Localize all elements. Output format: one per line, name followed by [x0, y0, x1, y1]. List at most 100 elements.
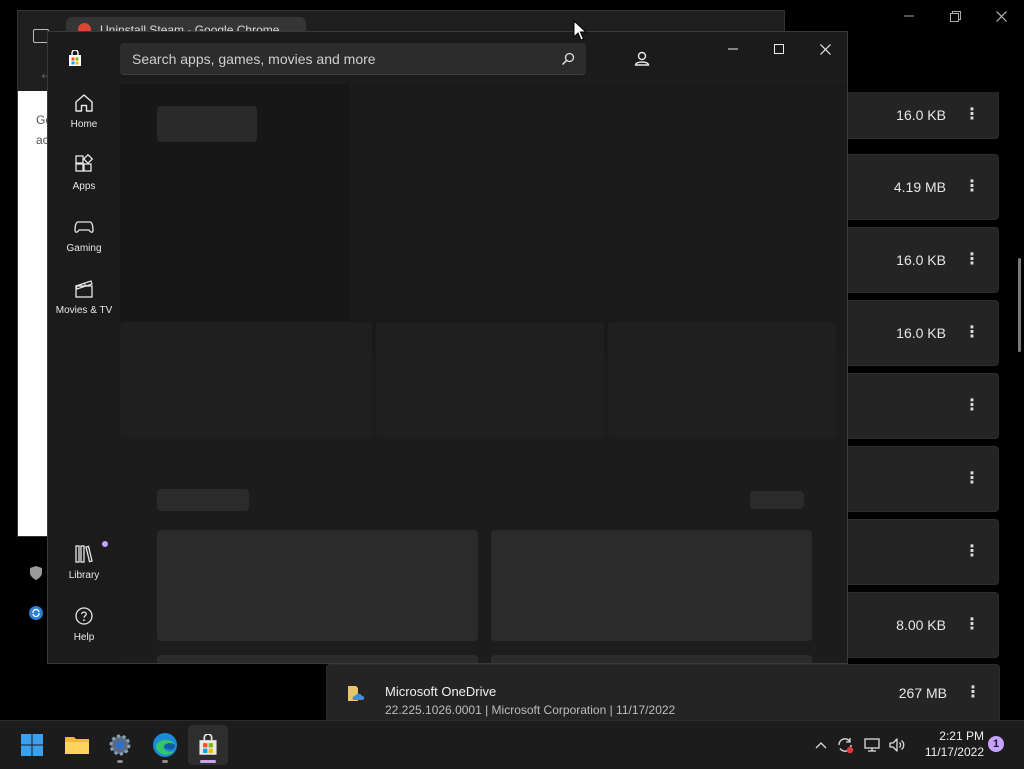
hero-banner-placeholder [619, 84, 847, 354]
app-list-row: 16.0 KB ⋮ [848, 227, 999, 293]
more-options-button[interactable]: ⋮ [964, 107, 980, 123]
hero-title-placeholder [157, 106, 257, 142]
taskbar: 2:21 PM 11/17/2022 1 [0, 720, 1024, 769]
sync-icon [838, 738, 854, 754]
more-options-button[interactable]: ⋮ [964, 179, 980, 195]
store-close-button[interactable] [802, 32, 847, 66]
store-icon [69, 50, 81, 66]
app-size: 8.00 KB [896, 617, 946, 633]
app-list-row: 4.19 MB ⋮ [848, 154, 999, 220]
notification-badge[interactable]: 1 [988, 736, 1004, 752]
settings-close-button[interactable] [978, 0, 1024, 32]
show-hidden-icons-button[interactable] [812, 733, 830, 757]
app-size: 16.0 KB [896, 325, 946, 341]
more-options-button[interactable]: ⋮ [964, 617, 980, 633]
tile-placeholder [157, 530, 478, 641]
close-icon [995, 10, 1007, 22]
minimize-icon [904, 15, 914, 17]
chrome-page-content: Go ac [18, 91, 52, 536]
mouse-cursor-icon [573, 20, 587, 41]
microsoft-store-window: Home Apps Gaming Movies & TV [47, 31, 848, 664]
more-options-button[interactable]: ⋮ [965, 685, 981, 701]
sync-icon [29, 606, 43, 620]
app-size: 4.19 MB [893, 179, 946, 195]
close-icon [819, 43, 831, 55]
onedrive-app-icon [348, 686, 365, 701]
nav-label: Gaming [66, 243, 102, 254]
app-size: 267 MB [898, 685, 947, 701]
volume-tray-button[interactable] [886, 733, 908, 757]
network-icon [864, 738, 880, 752]
store-maximize-button[interactable] [756, 32, 802, 66]
file-explorer-button[interactable] [57, 725, 97, 765]
hero-banner-placeholder [352, 84, 617, 354]
clock-button[interactable]: 2:21 PM 11/17/2022 [914, 728, 984, 760]
start-button[interactable] [12, 725, 52, 765]
more-options-button[interactable]: ⋮ [964, 325, 980, 341]
shield-icon [30, 566, 42, 580]
apps-icon [75, 154, 94, 172]
hero-card-placeholder [608, 322, 836, 437]
more-options-button[interactable]: ⋮ [964, 398, 980, 414]
app-list-row: ⋮ [848, 519, 999, 585]
store-taskbar-button[interactable] [188, 725, 228, 765]
nav-item-home[interactable]: Home [48, 92, 120, 148]
section-title-placeholder [157, 489, 249, 511]
nav-label: Home [70, 119, 98, 130]
nav-item-gaming[interactable]: Gaming [48, 216, 120, 272]
app-list-row: ⋮ [848, 446, 999, 512]
update-badge [102, 541, 108, 547]
nav-item-movies-tv[interactable]: Movies & TV [48, 278, 120, 334]
store-icon [199, 734, 217, 755]
more-options-button[interactable]: ⋮ [964, 471, 980, 487]
search-icon[interactable] [560, 51, 576, 67]
see-all-placeholder [750, 491, 804, 509]
settings-restore-button[interactable] [932, 0, 978, 32]
nav-item-library[interactable]: Library [48, 541, 120, 599]
settings-button[interactable] [100, 725, 140, 765]
tile-placeholder [491, 530, 812, 641]
app-list-row: 16.0 KB ⋮ [848, 300, 999, 366]
running-indicator [162, 760, 168, 763]
chevron-up-icon [815, 742, 827, 749]
restore-icon [949, 10, 961, 22]
more-options-button[interactable]: ⋮ [964, 252, 980, 268]
nav-item-apps[interactable]: Apps [48, 154, 120, 210]
nav-label: Apps [72, 181, 96, 192]
app-size: 16.0 KB [896, 252, 946, 268]
nav-item-help[interactable]: Help [48, 605, 120, 661]
edge-icon [153, 733, 177, 757]
hero-card-placeholder [376, 322, 604, 437]
store-content-loading [120, 80, 847, 663]
more-options-button[interactable]: ⋮ [964, 544, 980, 560]
movies-tv-icon [75, 280, 93, 298]
network-tray-button[interactable] [861, 733, 883, 757]
settings-icon [109, 734, 131, 756]
clock-date: 11/17/2022 [924, 745, 984, 759]
library-icon [75, 545, 93, 563]
home-icon [75, 94, 93, 112]
account-icon[interactable] [631, 48, 653, 70]
running-indicator [200, 760, 216, 763]
app-list-row: 16.0 KB ⋮ [848, 92, 999, 139]
windows-start-icon [21, 734, 43, 756]
scrollbar-thumb[interactable] [1018, 258, 1021, 352]
app-size: 16.0 KB [896, 107, 946, 123]
search-input[interactable] [130, 43, 554, 75]
nav-label: Help [73, 632, 95, 643]
app-list-row: 8.00 KB ⋮ [848, 592, 999, 658]
tile-placeholder [491, 655, 812, 663]
nav-label: Library [68, 570, 100, 581]
app-list-row: ⋮ [848, 373, 999, 439]
settings-minimize-button[interactable] [886, 0, 932, 32]
tile-placeholder [157, 655, 478, 663]
store-nav-rail: Home Apps Gaming Movies & TV Library Hel… [48, 80, 120, 663]
sync-tray-button[interactable] [834, 733, 856, 757]
hero-card-placeholder [120, 322, 372, 437]
volume-icon [889, 738, 905, 752]
gaming-icon [74, 221, 94, 233]
store-minimize-button[interactable] [710, 32, 756, 66]
clock-time: 2:21 PM [939, 729, 984, 743]
running-indicator [117, 760, 123, 763]
edge-button[interactable] [145, 725, 185, 765]
